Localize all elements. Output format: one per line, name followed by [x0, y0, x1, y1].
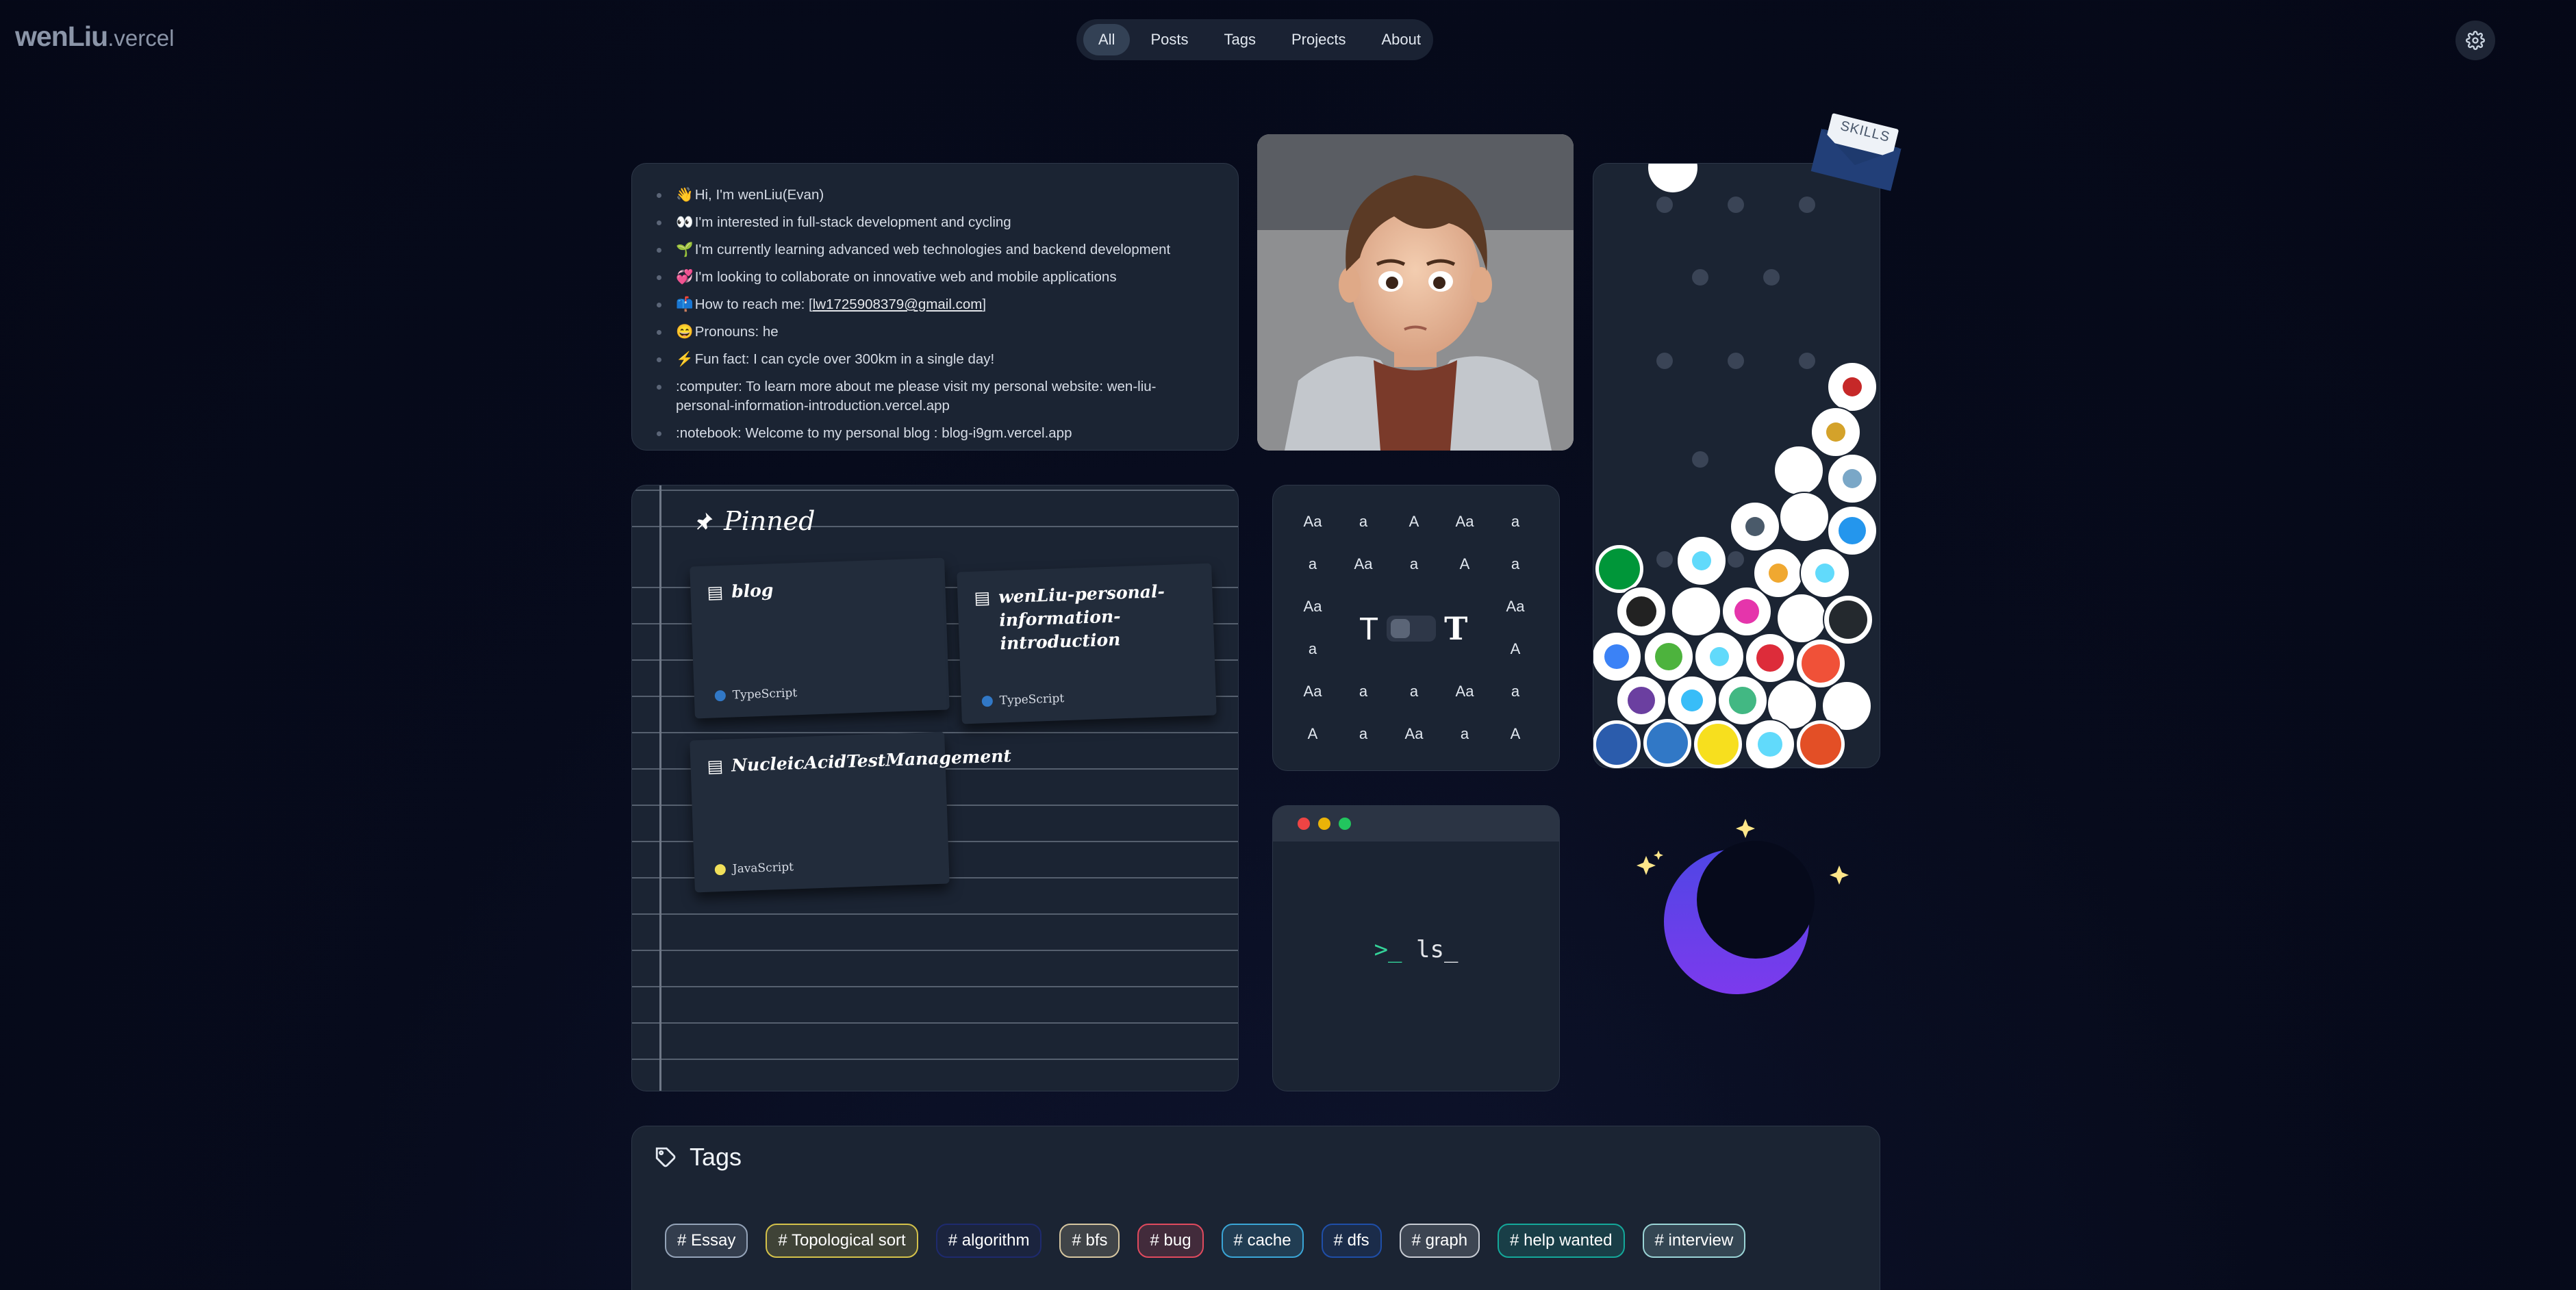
font-glyph: Aa — [1455, 513, 1474, 530]
nav-tags[interactable]: Tags — [1209, 24, 1270, 55]
terminal-command: >_ ls_ — [1374, 936, 1459, 963]
minimize-dot — [1318, 818, 1330, 830]
font-glyph: a — [1511, 555, 1520, 572]
language-dot — [714, 690, 727, 702]
font-switch — [1387, 616, 1437, 642]
intro-item: 💞 I'm looking to collaborate on innovati… — [657, 268, 1213, 287]
font-glyph: A — [1409, 513, 1419, 530]
nav-about[interactable]: About — [1366, 24, 1436, 55]
theme-moon[interactable] — [1635, 812, 1854, 1004]
font-glyph: a — [1359, 513, 1368, 530]
intro-item: :computer: To learn more about me please… — [657, 377, 1213, 416]
font-glyph: Aa — [1455, 683, 1474, 700]
repo-card-nucleic[interactable]: ▤ NucleicAcidTestManagement JavaScript — [690, 731, 1011, 893]
nav-all[interactable]: All — [1083, 24, 1131, 55]
nav-posts[interactable]: Posts — [1135, 24, 1203, 55]
font-glyph: Aa — [1303, 598, 1322, 615]
terminal-card[interactable]: >_ ls_ — [1272, 805, 1560, 1091]
font-glyph: a — [1511, 513, 1520, 530]
font-glyph: Aa — [1354, 555, 1373, 572]
font-glyph: A — [1510, 640, 1521, 657]
intro-card: 👋 Hi, I'm wenLiu(Evan) 👀 I'm interested … — [631, 163, 1239, 451]
font-glyph: Aa — [1303, 513, 1322, 530]
intro-item: 👋 Hi, I'm wenLiu(Evan) — [657, 186, 1213, 205]
font-glyph: a — [1359, 725, 1368, 742]
font-glyph: a — [1359, 683, 1368, 700]
email-link[interactable]: lw1725908379@gmail.com — [813, 296, 983, 312]
settings-button[interactable] — [2455, 21, 2495, 60]
intro-item: :notebook: Welcome to my personal blog :… — [657, 424, 1213, 443]
tag-chip[interactable]: # algorithm — [935, 1224, 1042, 1258]
tag-chip[interactable]: # bug — [1137, 1224, 1204, 1258]
repo-icon: ▤ — [707, 581, 724, 603]
font-sans-label: T — [1359, 611, 1379, 646]
terminal-prompt: >_ — [1374, 936, 1402, 963]
tag-list: # Essay # Topological sort # algorithm # bf… — [654, 1224, 1858, 1258]
language-dot — [714, 863, 727, 876]
close-dot — [1298, 818, 1310, 830]
intro-item: 😄 Pronouns: he — [657, 322, 1213, 342]
repo-card-blog[interactable]: ▤ blog TypeScript — [690, 557, 950, 719]
font-glyph: Aa — [1404, 725, 1424, 742]
skills-bubbles — [1591, 143, 1878, 770]
font-glyph: a — [1511, 683, 1520, 700]
font-glyph: a — [1409, 683, 1419, 700]
font-glyph: a — [1460, 725, 1469, 742]
intro-item: ⚡ Fun fact: I can cycle over 300km in a … — [657, 350, 1213, 369]
font-glyph: A — [1510, 725, 1521, 742]
skills-card — [1591, 143, 1880, 770]
font-glyph: a — [1308, 640, 1317, 657]
font-toggle-card: Aa a A Aa a a Aa a Aa Aa Aa a A Aa a a Aa a Aa Aa a A T T — [1272, 485, 1560, 771]
font-toggle[interactable]: T T — [1359, 610, 1467, 647]
tag-chip[interactable]: # cache — [1221, 1224, 1304, 1258]
intro-item: 🌱 I'm currently learning advanced web te… — [657, 240, 1213, 260]
tag-chip[interactable]: # Topological sort — [766, 1224, 918, 1258]
pinned-card: Pinned ▤ blog TypeScript ▤ wenLiu-personal… — [631, 485, 1239, 1091]
pinned-title: Pinned — [694, 506, 815, 536]
intro-item: 👀 I'm interested in full-stack developme… — [657, 213, 1213, 232]
intro-list: 👋 Hi, I'm wenLiu(Evan) 👀 I'm interested … — [657, 186, 1213, 443]
tag-chip[interactable]: # Essay — [665, 1224, 748, 1258]
tags-card: Tags # Essay # Topological sort # algorith… — [631, 1126, 1880, 1290]
tag-chip[interactable]: # dfs — [1321, 1224, 1382, 1258]
tag-chip[interactable]: # help wanted — [1498, 1224, 1625, 1258]
main-nav: All Posts Tags Projects About — [1076, 19, 1433, 60]
maximize-dot — [1339, 818, 1351, 830]
tag-chip[interactable]: # bfs — [1059, 1224, 1120, 1258]
gear-icon — [2466, 31, 2485, 50]
tag-chip[interactable]: # graph — [1399, 1224, 1480, 1258]
repo-card-personal-info[interactable]: ▤ wenLiu-personal-information-introductio… — [957, 563, 1217, 724]
font-serif-label: T — [1444, 610, 1468, 647]
repo-icon: ▤ — [707, 755, 724, 776]
terminal-titlebar — [1273, 806, 1559, 842]
tags-header: Tags — [654, 1143, 1858, 1172]
font-glyph: a — [1308, 555, 1317, 572]
font-glyph: Aa — [1303, 683, 1322, 700]
avatar-image — [1257, 134, 1574, 451]
tag-icon — [655, 1147, 676, 1167]
notebook-margin — [659, 485, 661, 1091]
font-glyph: A — [1459, 555, 1470, 572]
nav-projects[interactable]: Projects — [1276, 24, 1361, 55]
tag-chip[interactable]: # interview — [1642, 1224, 1746, 1258]
font-glyph: A — [1307, 725, 1318, 742]
font-glyph: Aa — [1506, 598, 1525, 615]
language-dot — [981, 695, 994, 707]
logo-main: wenLiu — [15, 21, 108, 52]
pin-icon — [697, 512, 713, 530]
intro-item-contact: 📫 How to reach me: [lw1725908379@gmail.c… — [657, 295, 1213, 314]
logo-suffix: .vercel — [108, 25, 175, 51]
font-glyph: a — [1409, 555, 1419, 572]
repo-icon: ▤ — [974, 587, 991, 608]
site-logo[interactable]: wenLiu.vercel — [15, 21, 174, 53]
